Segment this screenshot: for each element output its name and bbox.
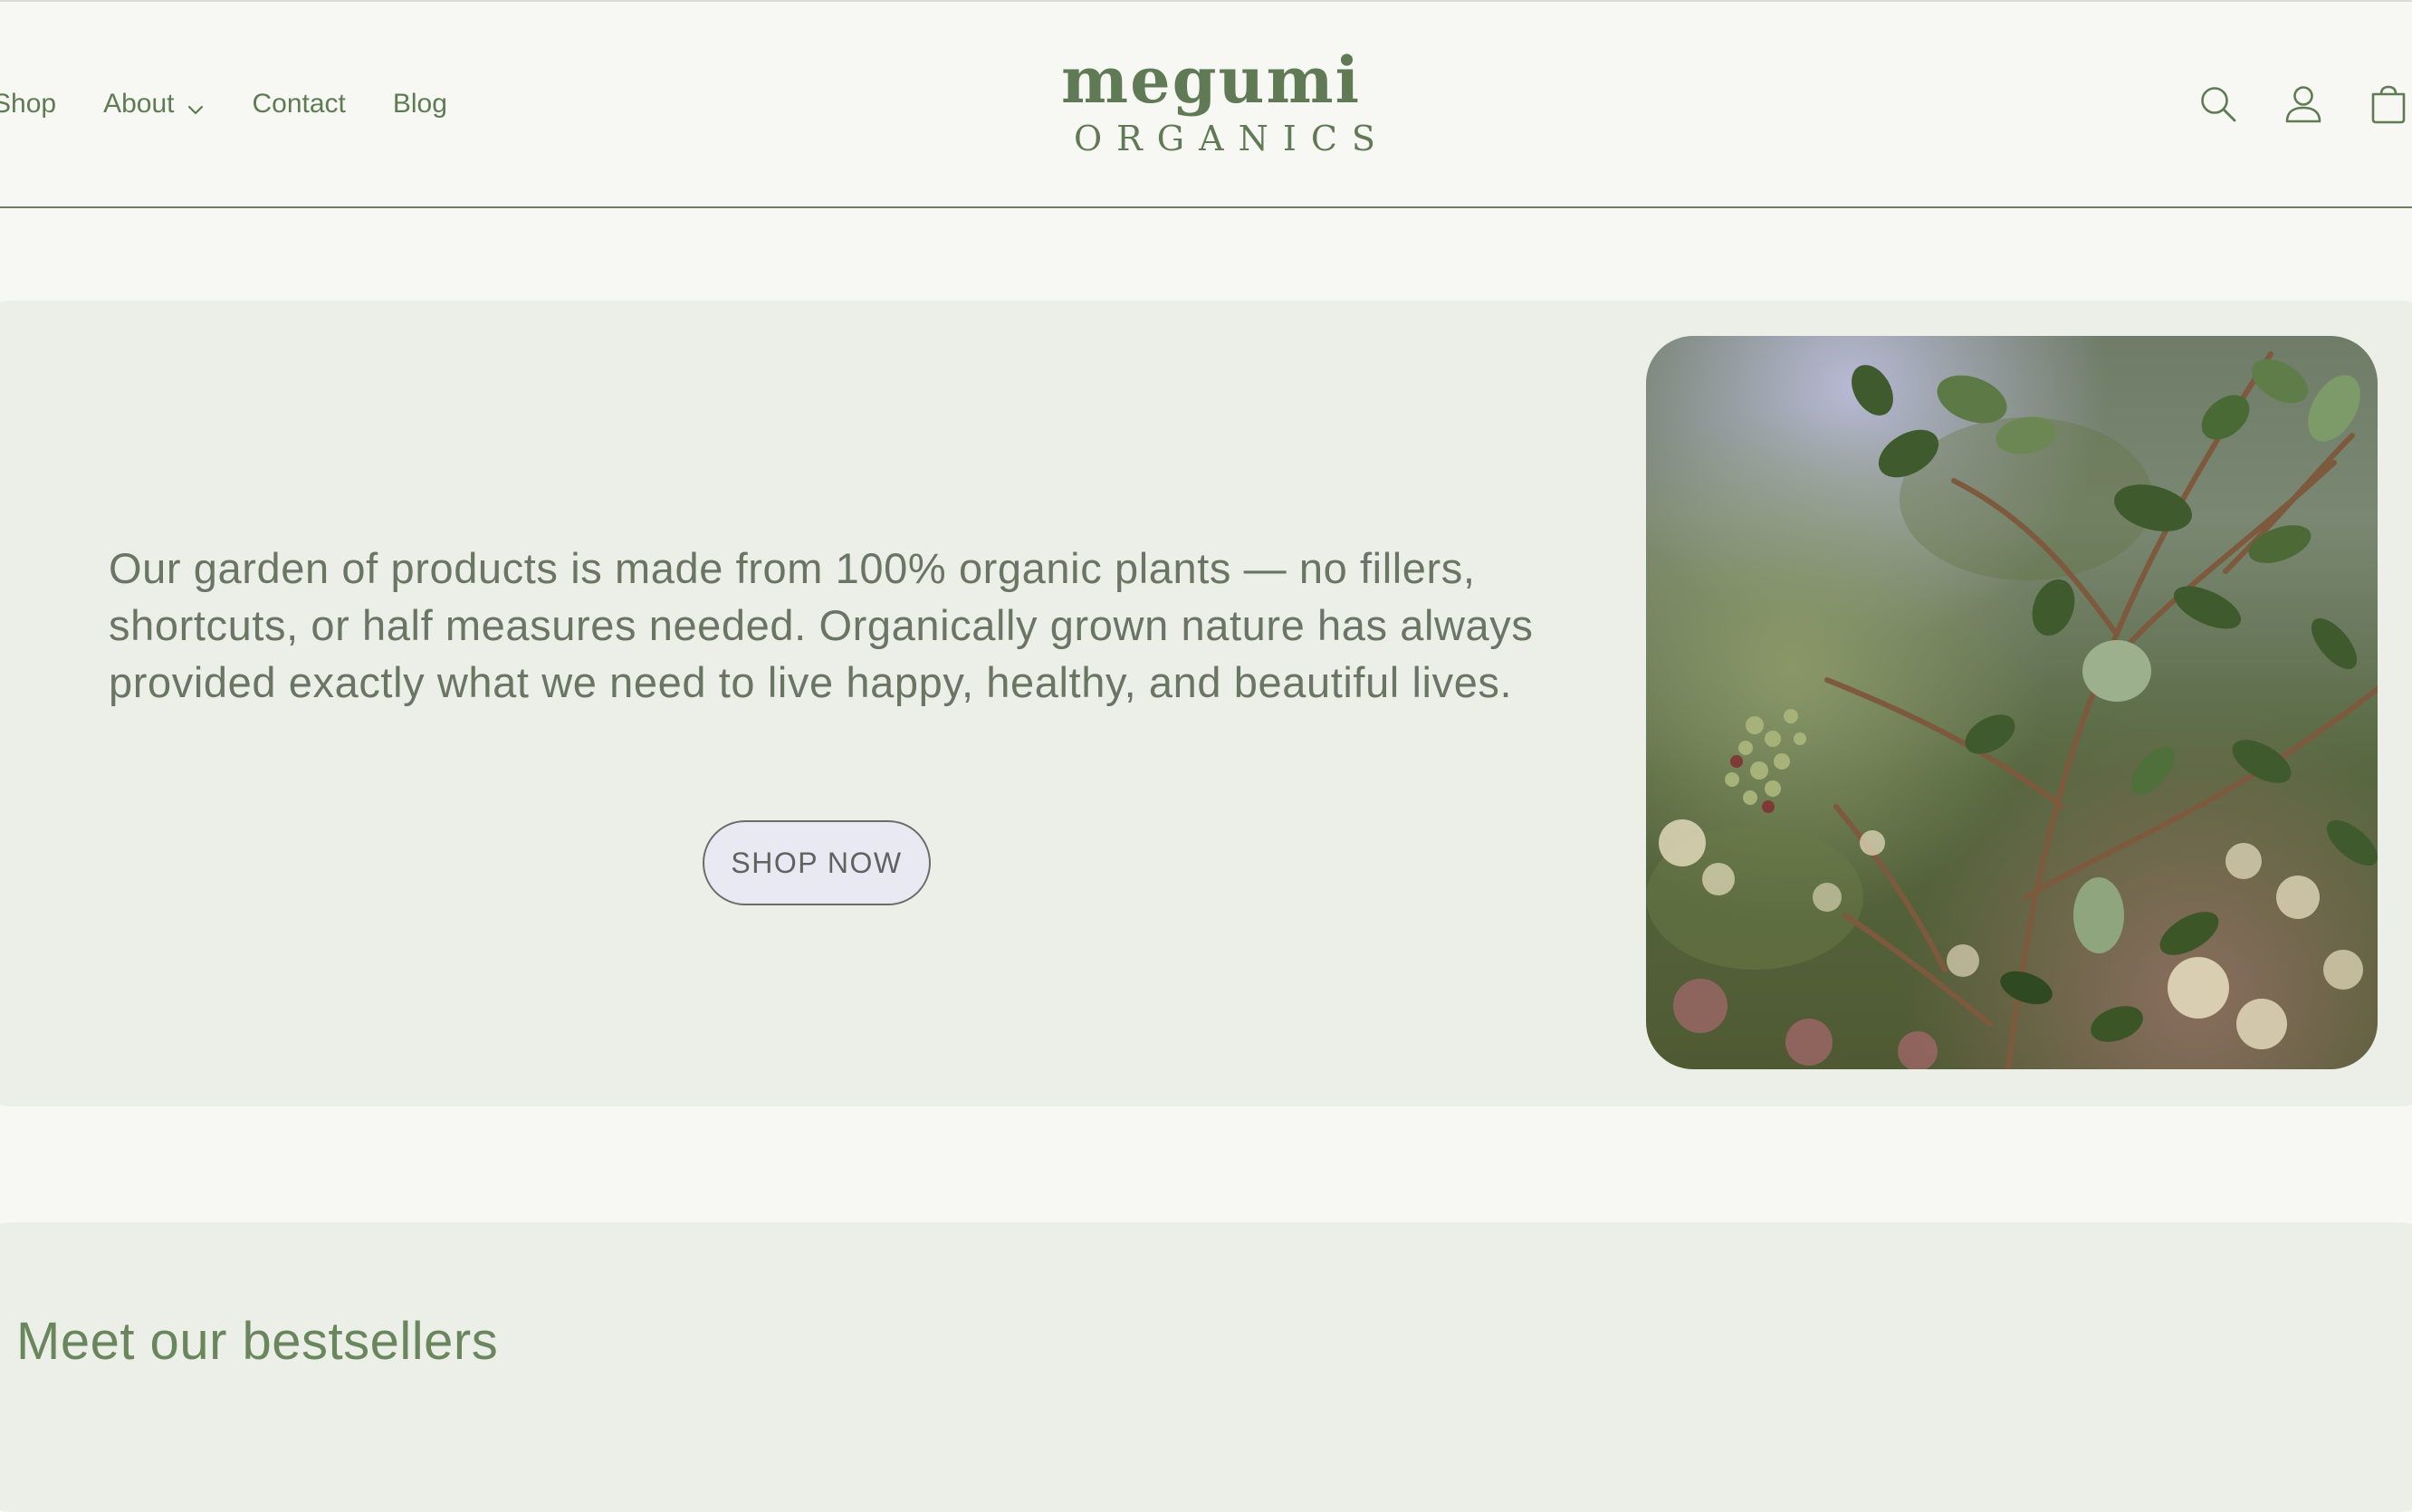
header-icons — [2157, 2, 2412, 206]
site-header: Shop About Contact Blog megumi ORGANICS — [0, 2, 2412, 208]
hero-plant-photo — [1646, 336, 2378, 1069]
account-icon[interactable] — [2280, 81, 2327, 128]
hero-description: Our garden of products is made from 100%… — [109, 544, 1534, 706]
nav-item-contact[interactable]: Contact — [252, 89, 345, 120]
nav-item-about[interactable]: About — [103, 89, 205, 120]
nav-item-label: Contact — [252, 89, 346, 119]
nav-item-label: Blog — [392, 89, 447, 119]
chevron-down-icon — [187, 95, 205, 115]
brand-logo[interactable]: megumi ORGANICS — [1061, 43, 1390, 159]
nav-item-shop[interactable]: Shop — [0, 89, 56, 120]
section-title: Meet our bestsellers — [16, 1312, 499, 1371]
search-icon[interactable] — [2195, 81, 2242, 128]
shop-now-button[interactable]: SHOP NOW — [703, 820, 931, 905]
main-nav: Shop About Contact Blog — [0, 2, 494, 206]
nav-item-blog[interactable]: Blog — [393, 89, 447, 120]
logo-wordmark: megumi — [1061, 43, 1362, 118]
cart-icon[interactable] — [2365, 81, 2412, 128]
nav-item-label: Shop — [0, 89, 57, 119]
nav-item-label: About — [103, 89, 175, 119]
logo-subtitle: ORGANICS — [1074, 119, 1390, 158]
